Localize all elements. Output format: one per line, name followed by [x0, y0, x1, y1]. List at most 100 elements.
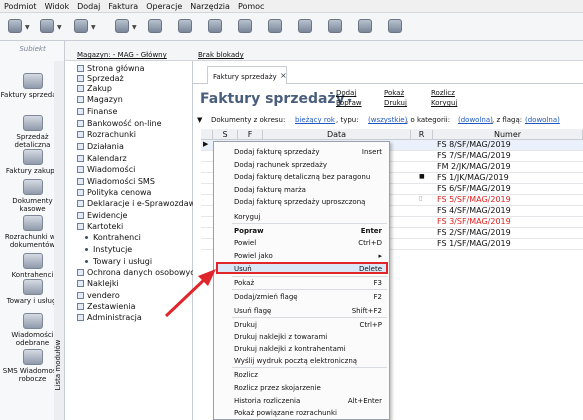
module-icon	[77, 212, 84, 219]
toolbar-button-12[interactable]	[358, 19, 372, 33]
warehouse-bar: Magazyn: - MAG - Główny Brak blokady	[65, 41, 583, 61]
rozlicz-link[interactable]: Rozlicz	[431, 89, 455, 97]
toolbar-button-13[interactable]	[388, 19, 402, 33]
warehouse-selector[interactable]: Magazyn: - MAG - Główny	[77, 51, 167, 59]
home-icon	[77, 65, 84, 72]
dropdown-arrow-icon[interactable]: ▼	[132, 24, 137, 31]
toolbar-button-5[interactable]	[148, 19, 162, 33]
dropdown-arrow-icon[interactable]: ▼	[57, 24, 62, 31]
toolbar-button-3[interactable]	[74, 19, 88, 33]
tree-item[interactable]: Kartoteki	[77, 222, 123, 232]
menu-dodaj[interactable]: Dodaj	[73, 0, 104, 11]
menu-item-dodaj-marza[interactable]: Dodaj fakturę marża	[234, 186, 386, 194]
page-title[interactable]: Faktury sprzedaży ▾	[200, 91, 352, 107]
category-filter[interactable]: (dowolna)	[458, 116, 493, 124]
toolbar-button-1[interactable]	[8, 19, 22, 33]
toolbar-button-7[interactable]	[208, 19, 222, 33]
menu-item-rozlicz-skojarzenie[interactable]: Rozlicz przez skojarzenie	[234, 384, 386, 392]
tree-item[interactable]: Bankowość on-line	[77, 119, 162, 129]
period-filter[interactable]: bieżący rok	[295, 116, 335, 124]
menu-widok[interactable]: Widok	[41, 0, 74, 11]
tree-subitem[interactable]: Towary i usługi	[85, 257, 152, 267]
tree-item[interactable]: vendero	[77, 291, 120, 301]
menu-item-drukuj-naklejki-towary[interactable]: Drukuj naklejki z towarami	[234, 333, 386, 341]
menu-item-dodaj-flage[interactable]: Dodaj/zmień flagę F2	[234, 293, 386, 301]
flag-filter[interactable]: (dowolna)	[525, 116, 560, 124]
tree-item[interactable]: Magazyn	[77, 95, 123, 105]
close-icon[interactable]: ×	[280, 71, 287, 80]
menu-faktura[interactable]: Faktura	[104, 0, 142, 11]
popraw-link[interactable]: Popraw	[336, 99, 362, 107]
tree-item[interactable]: Sprzedaż	[77, 74, 124, 84]
toolbar-button-9[interactable]	[268, 19, 282, 33]
column-header-data[interactable]: Data	[263, 130, 411, 140]
toolbar-button-10[interactable]	[298, 19, 312, 33]
dodaj-link[interactable]: Dodaj	[336, 89, 356, 97]
mail-icon	[77, 166, 84, 173]
module-icon	[77, 292, 84, 299]
row-numer: FS 7/SF/MAG/2019	[437, 151, 511, 160]
menu-item-pokaz[interactable]: Pokaż F3	[234, 279, 386, 287]
pokaz-link[interactable]: Pokaż	[384, 89, 404, 97]
tree-item[interactable]: Kalendarz	[77, 154, 127, 164]
tree-item[interactable]: Ewidencje	[77, 211, 127, 221]
toolbar-button-6[interactable]	[178, 19, 192, 33]
menu-item-usun-flage[interactable]: Usuń flagę Shift+F2	[234, 307, 386, 315]
tree-item[interactable]: Rozrachunki	[77, 130, 136, 140]
collapse-arrow-icon[interactable]: ▼	[197, 116, 202, 124]
toolbar-button-8[interactable]	[238, 19, 252, 33]
tree-item[interactable]: Wiadomości SMS	[77, 177, 155, 187]
dropdown-arrow-icon[interactable]: ▼	[25, 24, 30, 31]
bullet-icon	[85, 248, 88, 251]
menu-narzedzia[interactable]: Narzędzia	[186, 0, 234, 11]
tree-item[interactable]: Naklejki	[77, 279, 119, 289]
module-icon	[77, 85, 84, 92]
toolbar-button-2[interactable]	[40, 19, 54, 33]
tree-item[interactable]: Zakup	[77, 84, 112, 94]
module-list-tab[interactable]: Lista modułów	[54, 61, 65, 420]
menu-item-popraw[interactable]: Popraw Enter	[234, 227, 386, 235]
tree-item[interactable]: Finanse	[77, 107, 117, 117]
toolbar-button-11[interactable]	[328, 19, 342, 33]
row-numer: FS 5/SF/MAG/2019	[437, 195, 511, 204]
tab-faktury-sprzedazy[interactable]: Faktury sprzedaży ×	[207, 66, 287, 84]
menu-item-drukuj[interactable]: Drukuj Ctrl+P	[234, 321, 386, 329]
menu-item-dodaj-fakture[interactable]: Dodaj fakturę sprzedaży Insert	[234, 148, 386, 156]
toolbar-button-4[interactable]	[115, 19, 129, 33]
column-header-f[interactable]: F	[238, 130, 263, 140]
menu-item-drukuj-naklejki-kontrahenci[interactable]: Drukuj naklejki z kontrahentami	[234, 345, 386, 353]
menu-item-powiel-jako[interactable]: Powiel jako ▸	[234, 252, 386, 260]
column-header-numer[interactable]: Numer	[433, 130, 583, 140]
tree-item[interactable]: Administracja	[77, 313, 142, 323]
dropdown-arrow-icon[interactable]: ▼	[91, 24, 96, 31]
menu-item-dodaj-uproszczona[interactable]: Dodaj fakturę sprzedaży uproszczoną	[234, 198, 386, 206]
context-menu: Dodaj fakturę sprzedaży Insert Dodaj rach…	[213, 141, 390, 420]
annotation-arrow-icon	[164, 269, 216, 318]
drukuj-link[interactable]: Drukuj	[384, 99, 407, 107]
menu-item-koryguj[interactable]: Koryguj	[234, 213, 386, 221]
menu-item-wyslij-wydruk[interactable]: Wyślij wydruk pocztą elektroniczną	[234, 357, 386, 365]
menu-item-usun[interactable]: Usuń Delete	[234, 265, 386, 273]
menu-pomoc[interactable]: Pomoc	[234, 0, 269, 11]
menu-item-dodaj-rachunek[interactable]: Dodaj rachunek sprzedaży	[234, 161, 386, 169]
column-header-r[interactable]: R	[411, 130, 433, 140]
menu-item-historia-rozliczenia[interactable]: Historia rozliczenia Alt+Enter	[234, 397, 386, 405]
lock-status[interactable]: Brak blokady	[198, 51, 244, 59]
tree-item[interactable]: Zestawienia	[77, 302, 136, 312]
tree-subitem[interactable]: Kontrahenci	[85, 233, 141, 243]
tree-item[interactable]: Strona główna	[77, 64, 145, 74]
tree-subitem[interactable]: Instytucje	[85, 245, 132, 255]
tree-item[interactable]: Wiadomości	[77, 165, 135, 175]
column-header-s[interactable]: S	[213, 130, 238, 140]
menu-item-dodaj-detaliczna[interactable]: Dodaj fakturę detaliczną bez paragonu	[234, 173, 386, 181]
koryguj-link[interactable]: Koryguj	[431, 99, 457, 107]
menu-item-powiel[interactable]: Powiel Ctrl+D	[234, 239, 386, 247]
tree-item[interactable]: Polityka cenowa	[77, 188, 151, 198]
menu-operacje[interactable]: Operacje	[142, 0, 186, 11]
menu-item-rozlicz[interactable]: Rozlicz	[234, 371, 386, 379]
grid-header: S F Data R Numer	[201, 129, 583, 140]
menu-podmiot[interactable]: Podmiot	[0, 0, 41, 11]
tree-item[interactable]: Działania	[77, 142, 124, 152]
menu-item-pokaz-rozrachunki[interactable]: Pokaż powiązane rozrachunki	[234, 409, 386, 417]
type-filter[interactable]: (wszystkie)	[368, 116, 407, 124]
